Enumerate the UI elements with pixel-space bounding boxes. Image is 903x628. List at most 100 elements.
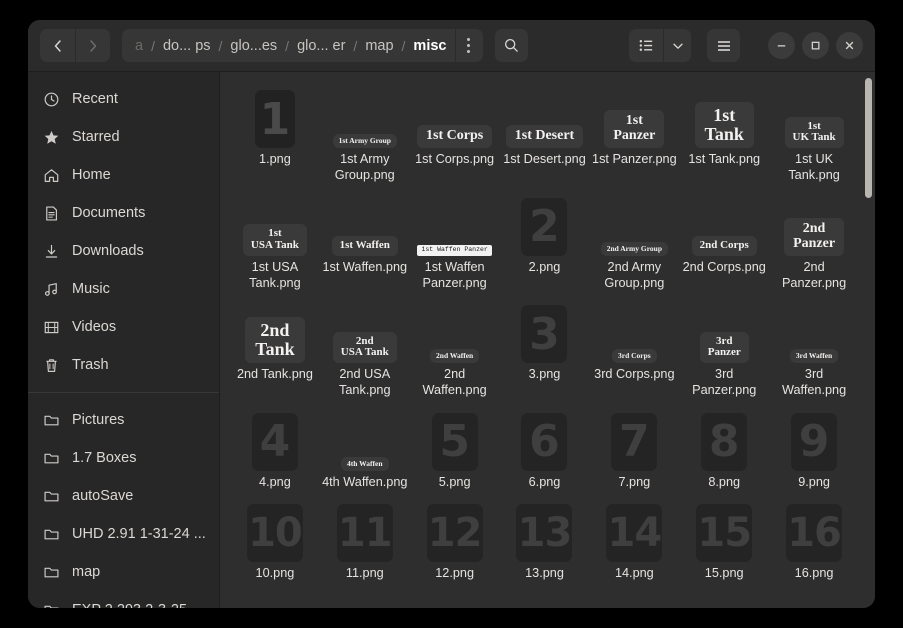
file-item[interactable]: 1st Tank 1st Tank.png (679, 82, 769, 190)
breadcrumb-item-4[interactable]: map (360, 38, 398, 54)
file-name-label: 10.png (255, 565, 295, 580)
view-options-button[interactable] (663, 29, 691, 62)
list-view-button[interactable] (629, 29, 663, 62)
sidebar-item-map[interactable]: map (28, 553, 219, 591)
dot (467, 50, 471, 53)
sidebar-item-pictures[interactable]: Pictures (28, 401, 219, 439)
file-item[interactable]: 2nd Corps 2nd Corps.png (679, 190, 769, 298)
path-menu-button[interactable] (455, 29, 481, 62)
file-item[interactable]: 7 7.png (589, 405, 679, 496)
sidebar-item-1-7-boxes[interactable]: 1.7 Boxes (28, 439, 219, 477)
breadcrumb-item-3[interactable]: glo... er (292, 38, 350, 54)
image-thumbnail-number: 12 (426, 503, 483, 562)
file-item[interactable]: 4th Waffen 4th Waffen.png (320, 405, 410, 496)
breadcrumb-item-2[interactable]: glo...es (225, 38, 282, 54)
file-item[interactable]: 9 9.png (769, 405, 859, 496)
sidebar-item-autosave[interactable]: autoSave (28, 477, 219, 515)
minimize-button[interactable] (768, 32, 795, 59)
image-thumbnail-number: 15 (696, 503, 753, 562)
file-thumbnail: 3 (521, 301, 568, 363)
image-thumbnail-badge: 1st UK Tank (784, 116, 844, 148)
file-grid-area[interactable]: 1 1.png 1st Army Group 1st Army Group.png 1s… (220, 72, 875, 608)
file-item[interactable]: 5 5.png (410, 405, 500, 496)
sidebar-item-label: Starred (72, 129, 120, 145)
sidebar-item-videos[interactable]: Videos (28, 308, 219, 346)
file-item[interactable]: 2nd Army Group 2nd Army Group.png (589, 190, 679, 298)
file-item[interactable]: 2nd Panzer 2nd Panzer.png (769, 190, 859, 298)
file-item[interactable]: 13 13.png (500, 496, 590, 587)
file-item[interactable]: 1st Waffen Panzer 1st Waffen Panzer.png (410, 190, 500, 298)
sidebar: Recent Starred Home Documents Downloads … (28, 72, 220, 608)
sidebar-item-label: Trash (72, 357, 109, 373)
main-menu-button[interactable] (707, 29, 740, 62)
trash-icon (46, 358, 57, 372)
file-thumbnail: 1st Corps (417, 86, 493, 148)
sidebar-item-music[interactable]: Music (28, 270, 219, 308)
file-name-label: 2nd Corps.png (682, 259, 766, 274)
file-item[interactable]: 1st Desert 1st Desert.png (500, 82, 590, 190)
minimize-icon (777, 45, 786, 47)
search-button[interactable] (495, 29, 529, 62)
breadcrumb-item-5[interactable]: misc (408, 38, 451, 54)
file-item[interactable]: 16 16.png (769, 496, 859, 587)
image-thumbnail-number: 2 (521, 197, 568, 256)
file-item[interactable]: 1st Panzer 1st Panzer.png (589, 82, 679, 190)
file-item[interactable]: 6 6.png (500, 405, 590, 496)
file-item[interactable]: 3rd Waffen 3rd Waffen.png (769, 297, 859, 405)
vertical-scrollbar[interactable] (864, 78, 872, 604)
dot (467, 38, 471, 41)
close-button[interactable] (836, 32, 863, 59)
file-item[interactable]: 15 15.png (679, 496, 769, 587)
file-thumbnail: 2nd Waffen (430, 301, 480, 363)
sidebar-item-home[interactable]: Home (28, 156, 219, 194)
file-item[interactable]: 2nd Tank 2nd Tank.png (230, 297, 320, 405)
file-thumbnail: 11 (336, 500, 393, 562)
image-thumbnail-badge: 1st Corps (417, 125, 493, 148)
file-name-label: 7.png (618, 474, 651, 489)
file-item[interactable]: 1st USA Tank 1st USA Tank.png (230, 190, 320, 298)
breadcrumb-item-1[interactable]: do... ps (158, 38, 216, 54)
image-thumbnail-badge: 1st Desert (505, 125, 584, 148)
file-item[interactable]: 3rd Corps 3rd Corps.png (589, 297, 679, 405)
scrollbar-thumb[interactable] (865, 78, 872, 198)
sidebar-item-starred[interactable]: Starred (28, 118, 219, 156)
sidebar-item-uhd[interactable]: UHD 2.91 1-31-24 ... (28, 515, 219, 553)
breadcrumb: a / do... ps / glo...es / glo... er / ma… (122, 29, 484, 62)
file-item[interactable]: 2 2.png (500, 190, 590, 298)
file-name-label: 2nd Waffen.png (422, 367, 487, 398)
window-controls (768, 32, 863, 59)
folder-icon (44, 605, 59, 608)
file-item[interactable]: 12 12.png (410, 496, 500, 587)
file-item[interactable]: 3 3.png (500, 297, 590, 405)
sidebar-item-downloads[interactable]: Downloads (28, 232, 219, 270)
file-item[interactable]: 2nd USA Tank 2nd USA Tank.png (320, 297, 410, 405)
forward-button[interactable] (75, 29, 110, 62)
file-item[interactable]: 4 4.png (230, 405, 320, 496)
file-item[interactable]: 1st Army Group 1st Army Group.png (320, 82, 410, 190)
file-item[interactable]: 2nd Waffen 2nd Waffen.png (410, 297, 500, 405)
sidebar-item-trash[interactable]: Trash (28, 346, 219, 384)
file-name-label: 2nd USA Tank.png (339, 367, 391, 398)
file-thumbnail: 4th Waffen (341, 409, 389, 471)
breadcrumb-item-0[interactable]: a (130, 38, 148, 54)
file-item[interactable]: 11 11.png (320, 496, 410, 587)
file-thumbnail: 12 (426, 500, 483, 562)
file-item[interactable]: 3rd Panzer 3rd Panzer.png (679, 297, 769, 405)
file-item[interactable]: 1 1.png (230, 82, 320, 190)
file-item[interactable]: 1st UK Tank 1st UK Tank.png (769, 82, 859, 190)
file-item[interactable]: 1st Corps 1st Corps.png (410, 82, 500, 190)
sidebar-item-label: Documents (72, 205, 146, 221)
back-button[interactable] (40, 29, 75, 62)
file-thumbnail: 1st Waffen Panzer (417, 194, 492, 256)
file-grid: 1 1.png 1st Army Group 1st Army Group.png 1s… (220, 72, 875, 587)
file-item[interactable]: 10 10.png (230, 496, 320, 587)
sidebar-item-documents[interactable]: Documents (28, 194, 219, 232)
sidebar-item-recent[interactable]: Recent (28, 80, 219, 118)
file-item[interactable]: 1st Waffen 1st Waffen.png (320, 190, 410, 298)
file-name-label: 2nd Panzer.png (781, 259, 847, 290)
maximize-button[interactable] (802, 32, 829, 59)
file-item[interactable]: 8 8.png (679, 405, 769, 496)
sidebar-item-exp[interactable]: EXP 2.293 2-3-25 (28, 591, 219, 608)
clock-icon (44, 92, 59, 106)
file-item[interactable]: 14 14.png (589, 496, 679, 587)
